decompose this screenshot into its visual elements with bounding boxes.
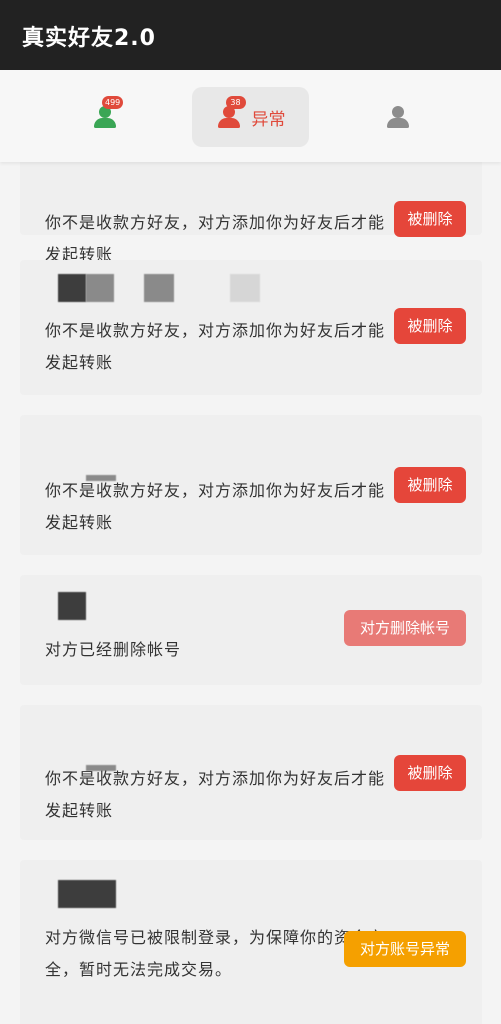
friends-count-badge: 499 — [102, 96, 124, 109]
tab-abnormal[interactable]: 38 异常 — [192, 87, 309, 147]
name-blur — [144, 274, 174, 302]
item-message: 对方微信号已被限制登录，为保障你的资金安全，暂时无法完成交易。 — [45, 928, 386, 979]
deleted-tag: 被删除 — [394, 467, 466, 503]
name-blur — [230, 274, 260, 302]
deleted-tag: 被删除 — [394, 201, 466, 237]
account-abnormal-tag: 对方账号异常 — [344, 931, 466, 967]
person-icon — [385, 104, 411, 130]
result-list[interactable]: 你不是收款方好友，对方添加你为好友后才能发起转账 被删除 你不是收款方好友，对方… — [0, 70, 501, 1024]
avatar — [58, 880, 116, 908]
list-item[interactable]: 对方已经删除帐号 对方删除帐号 — [20, 575, 482, 685]
account-deleted-tag: 对方删除帐号 — [344, 610, 466, 646]
tab-bar: 499 38 异常 — [0, 70, 501, 162]
list-item[interactable]: 你不是收款方好友，对方添加你为好友后才能发起转账 被删除 — [20, 260, 482, 395]
deleted-tag: 被删除 — [394, 308, 466, 344]
item-message: 你不是收款方好友，对方添加你为好友后才能发起转账 — [45, 321, 386, 372]
list-item[interactable]: 你不是收款方好友，对方添加你为好友后才能发起转账 被删除 — [20, 415, 482, 555]
avatar — [58, 274, 86, 302]
item-message: 你不是收款方好友，对方添加你为好友后才能发起转账 — [45, 769, 386, 820]
app-title: 真实好友2.0 — [22, 26, 156, 51]
deleted-tag: 被删除 — [394, 755, 466, 791]
tab-abnormal-label: 异常 — [251, 109, 286, 130]
tab-profile[interactable] — [366, 87, 430, 147]
app-bar: 真实好友2.0 — [0, 0, 501, 70]
tab-friends[interactable]: 499 — [72, 87, 138, 147]
item-message: 你不是收款方好友，对方添加你为好友后才能发起转账 — [45, 481, 386, 532]
abnormal-count-badge: 38 — [225, 96, 246, 109]
list-item[interactable]: 你不是收款方好友，对方添加你为好友后才能发起转账 被删除 — [20, 705, 482, 840]
avatar — [58, 592, 86, 620]
name-blur — [86, 274, 114, 302]
item-message: 对方已经删除帐号 — [45, 640, 182, 659]
list-item[interactable]: 对方微信号已被限制登录，为保障你的资金安全，暂时无法完成交易。 对方账号异常 — [20, 860, 482, 1024]
person-icon: 499 — [92, 96, 124, 130]
person-icon: 38 — [216, 96, 246, 130]
